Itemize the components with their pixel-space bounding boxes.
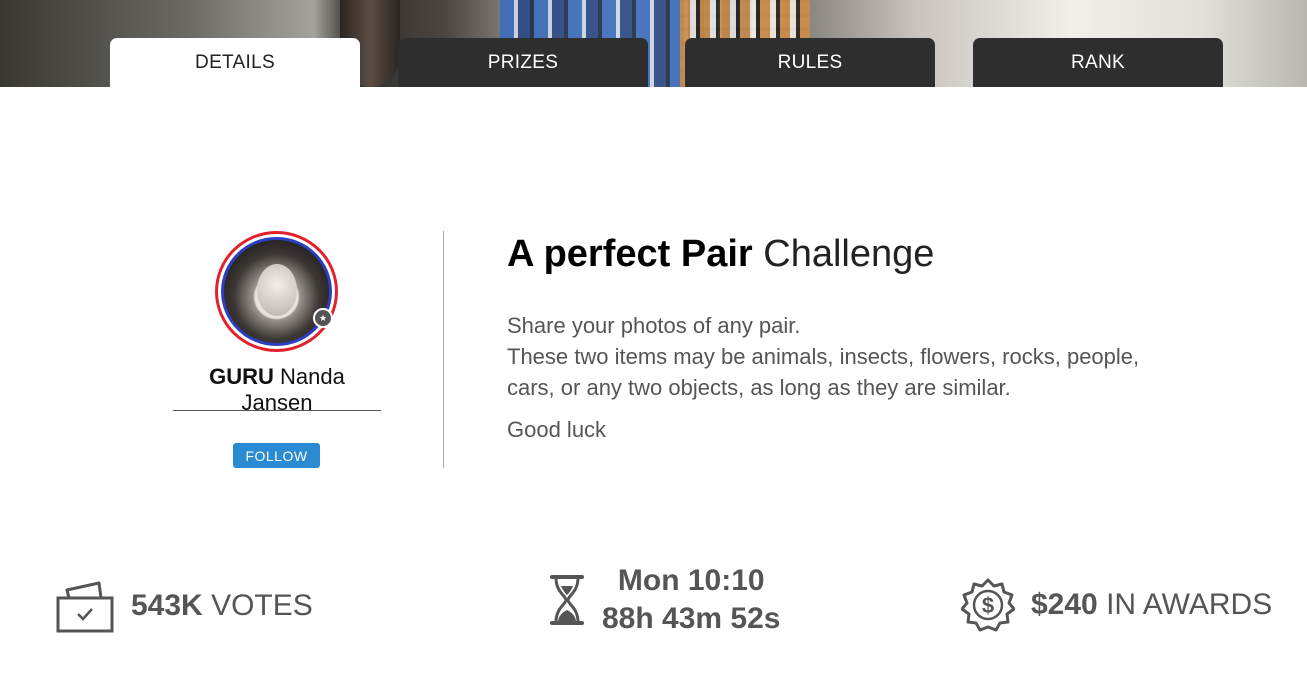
dollar-badge-icon: $ (961, 578, 1015, 632)
tab-prizes[interactable]: PRIZES (398, 38, 648, 87)
tab-label: PRIZES (487, 51, 559, 73)
challenge-title: A perfect Pair Challenge (507, 233, 934, 276)
votes-text: 543K VOTES (131, 589, 313, 623)
creator-avatar[interactable]: ★ (215, 231, 338, 352)
tab-label: RANK (1071, 51, 1125, 73)
votes-stat: 543K VOTES (55, 578, 313, 634)
creator-name[interactable]: GURU Nanda Jansen (173, 364, 381, 416)
ballot-box-icon (55, 578, 115, 634)
awards-label: IN AWARDS (1106, 588, 1273, 621)
svg-text:$: $ (982, 593, 994, 618)
votes-label: VOTES (211, 589, 313, 622)
countdown: 88h 43m 52s (602, 602, 781, 635)
votes-count: 543K (131, 589, 203, 622)
tab-rank[interactable]: RANK (973, 38, 1223, 87)
vertical-divider (443, 231, 444, 468)
timer-stat: Mon 10:10 88h 43m 52s (548, 562, 780, 638)
challenge-closing: Good luck (507, 417, 607, 442)
challenge-title-suffix: Challenge (763, 233, 935, 275)
awards-stat: $ $240 IN AWARDS (961, 578, 1272, 632)
tab-label: DETAILS (195, 51, 275, 73)
description-line: These two items may be animals, insects,… (507, 344, 1140, 400)
creator-rank: GURU (209, 364, 274, 389)
hourglass-icon (548, 574, 586, 626)
challenge-tabs: DETAILS PRIZES RULES RANK (0, 0, 1307, 87)
follow-button[interactable]: FOLLOW (233, 443, 320, 468)
challenge-description: Share your photos of any pair. These two… (507, 310, 1187, 403)
description-line: Share your photos of any pair. (507, 313, 801, 338)
creator-divider (173, 410, 381, 411)
timer-text: Mon 10:10 88h 43m 52s (602, 562, 780, 638)
avatar-badge-icon: ★ (313, 308, 333, 328)
tab-rules[interactable]: RULES (685, 38, 935, 87)
tab-details[interactable]: DETAILS (110, 38, 360, 87)
challenge-title-main: A perfect Pair (507, 233, 753, 275)
awards-text: $240 IN AWARDS (1031, 588, 1272, 622)
avatar-face (257, 264, 297, 316)
end-time: Mon 10:10 (617, 564, 765, 597)
avatar-photo (221, 237, 332, 346)
awards-amount: $240 (1031, 588, 1098, 621)
tab-label: RULES (777, 51, 843, 73)
